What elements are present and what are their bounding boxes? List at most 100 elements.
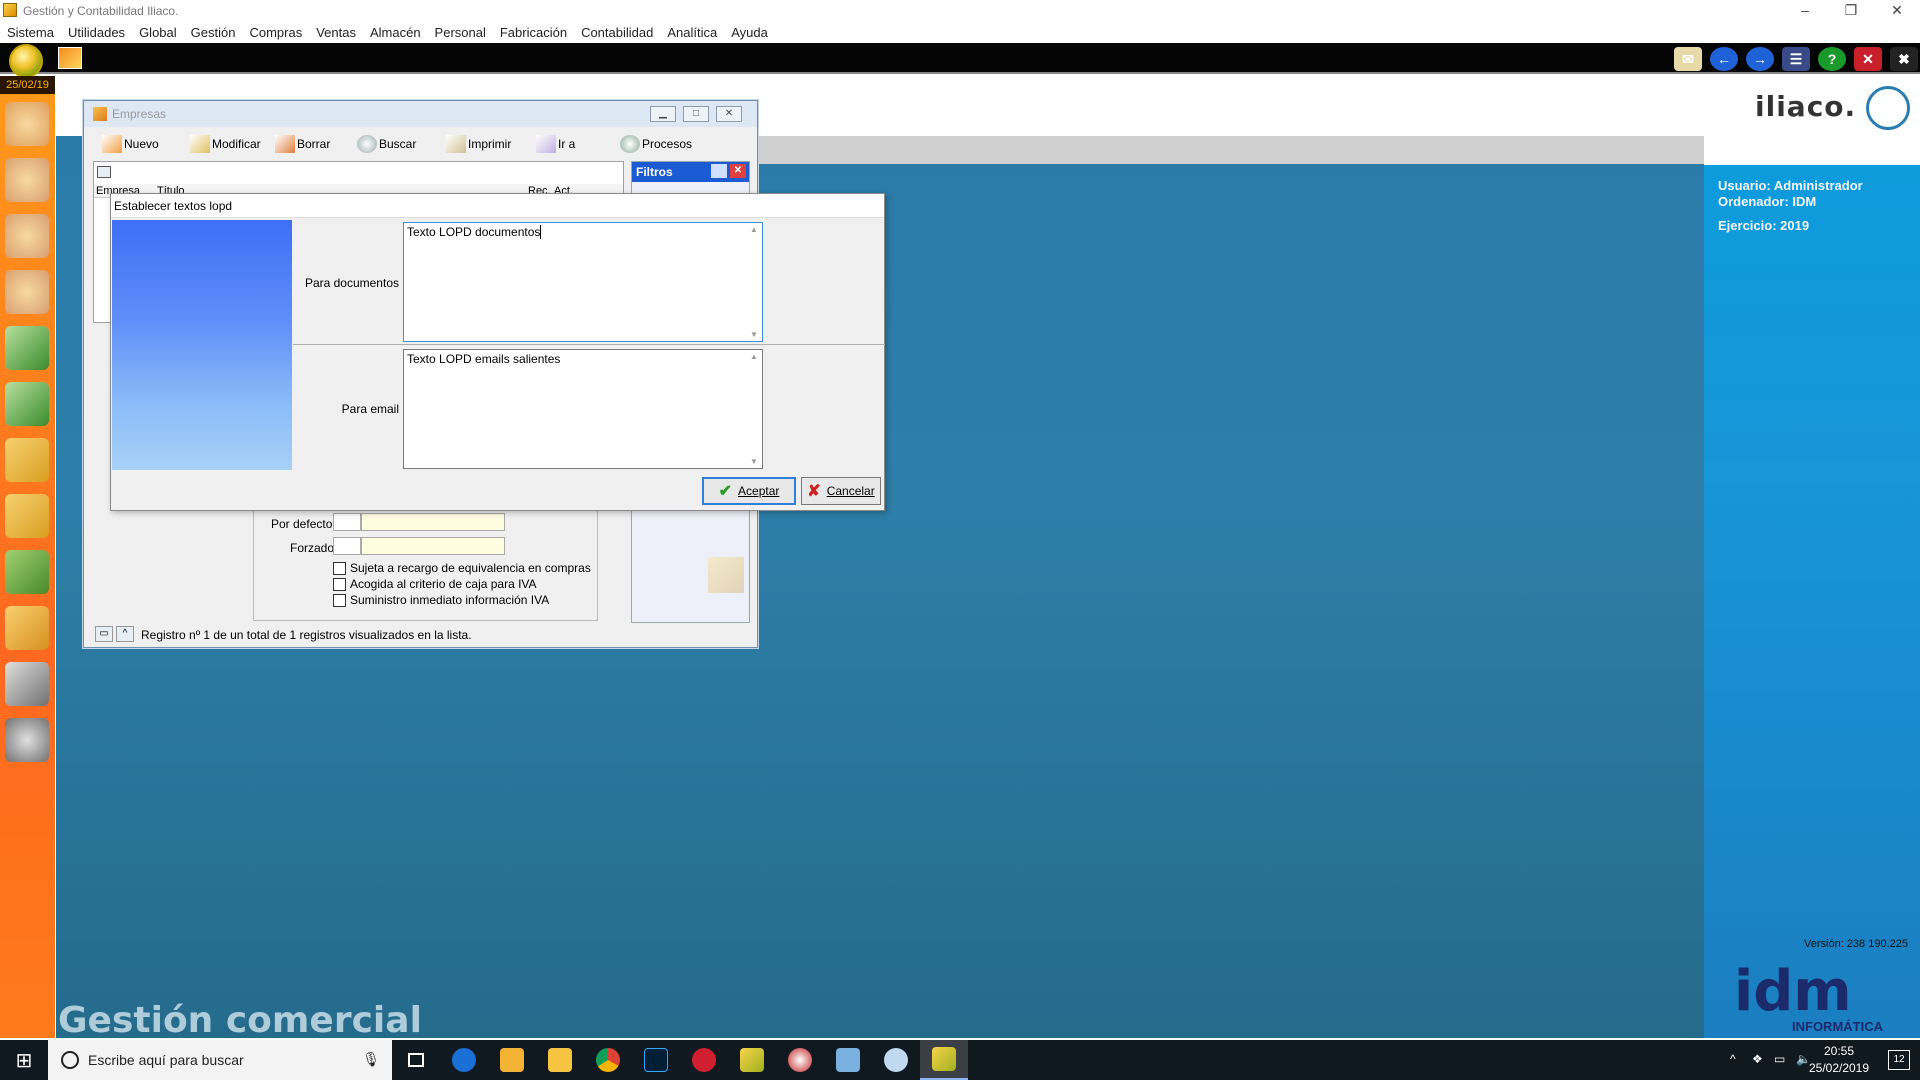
notifications-icon[interactable]: 12 [1888, 1050, 1910, 1070]
por-defecto-code[interactable] [333, 513, 361, 531]
iliaco-active-task-icon[interactable] [920, 1040, 968, 1080]
microphone-icon[interactable]: 🎙 [362, 1051, 380, 1068]
empresas-minimize-button[interactable]: ▁ [650, 106, 676, 122]
recargo-box[interactable] [333, 561, 346, 575]
task-view-icon[interactable] [392, 1040, 440, 1080]
close-window-icon[interactable]: ✕ [1854, 47, 1882, 71]
help-icon[interactable]: ? [1818, 47, 1846, 71]
menu-ventas[interactable]: Ventas [309, 22, 363, 40]
user-a-icon[interactable] [5, 270, 49, 314]
empresas-maximize-button[interactable]: □ [683, 106, 709, 122]
email-scrollbar[interactable]: ▲ ▼ [746, 350, 762, 468]
bag-orange-icon[interactable] [5, 606, 49, 650]
list-document-icon[interactable] [5, 662, 49, 706]
window-app-icon[interactable] [824, 1040, 872, 1080]
documentos-textarea[interactable]: Texto LOPD documentos ▲ ▼ [403, 222, 763, 342]
scroll-up-icon[interactable]: ▲ [750, 352, 758, 361]
tray-chevron-icon[interactable]: ^ [1730, 1052, 1736, 1066]
factura-fc-icon[interactable] [5, 494, 49, 538]
procesos-button[interactable]: Procesos [620, 135, 692, 153]
sii-box[interactable] [333, 593, 346, 607]
file-explorer-icon[interactable] [536, 1040, 584, 1080]
paint-app-icon[interactable] [872, 1040, 920, 1080]
imprimir-button[interactable]: Imprimir [446, 135, 511, 153]
restore-button[interactable]: ❐ [1828, 0, 1874, 22]
minimize-button[interactable]: – [1782, 0, 1828, 22]
buscar-button[interactable]: Buscar [357, 135, 416, 153]
idm-logo-sub: INFORMÁTICA [1792, 1019, 1883, 1034]
dropbox-icon[interactable]: ❖ [1752, 1052, 1763, 1066]
imprimir-label: Imprimir [468, 137, 512, 151]
modificar-button[interactable]: Modificar [190, 135, 261, 153]
cancelar-button[interactable]: ✘ Cancelar [801, 477, 881, 505]
sii-checkbox[interactable]: Suministro inmediato información IVA [333, 593, 549, 607]
bag-green-icon[interactable] [5, 550, 49, 594]
photoshop-icon[interactable] [632, 1040, 680, 1080]
scroll-down-icon[interactable]: ▼ [750, 457, 758, 466]
menu-fabricacion[interactable]: Fabricación [493, 22, 574, 40]
user-p-icon[interactable] [5, 214, 49, 258]
edge-icon[interactable] [440, 1040, 488, 1080]
menu-contabilidad[interactable]: Contabilidad [574, 22, 660, 40]
taskbar-clock[interactable]: 20:55 25/02/2019 [1804, 1043, 1874, 1077]
forward-arrow-icon[interactable]: → [1746, 47, 1774, 71]
aceptar-button[interactable]: ✔ Aceptar [702, 477, 796, 505]
borrar-button[interactable]: Borrar [275, 135, 330, 153]
menu-utilidades[interactable]: Utilidades [61, 22, 132, 40]
window-list-icon[interactable]: ☰ [1782, 47, 1810, 71]
outlook-files-icon[interactable] [488, 1040, 536, 1080]
mail-icon[interactable]: ✉ [1674, 47, 1702, 71]
menu-global[interactable]: Global [132, 22, 184, 40]
filtros-pin-icon[interactable] [711, 164, 727, 178]
status-up-icon[interactable]: ^ [116, 626, 134, 642]
iliaco-task-icon[interactable] [728, 1040, 776, 1080]
back-arrow-icon[interactable]: ← [1710, 47, 1738, 71]
close-button[interactable]: ✕ [1874, 0, 1920, 22]
filtros-close-icon[interactable]: ✕ [730, 164, 746, 178]
forzado-code[interactable] [333, 537, 361, 555]
network-icon[interactable]: ▭ [1774, 1052, 1785, 1066]
menu-compras[interactable]: Compras [242, 22, 309, 40]
criterio-caja-checkbox[interactable]: Acogida al criterio de caja para IVA [333, 577, 537, 591]
menu-analitica[interactable]: Analítica [660, 22, 724, 40]
factura-f-icon[interactable] [5, 382, 49, 426]
factura-f2-icon[interactable] [5, 438, 49, 482]
documentos-scrollbar[interactable]: ▲ ▼ [746, 223, 762, 341]
filtros-header: Filtros ✕ [632, 162, 749, 182]
users-group-icon[interactable] [5, 102, 49, 146]
scroll-down-icon[interactable]: ▼ [750, 330, 758, 339]
idm-logo-text: idm [1734, 959, 1852, 1024]
cube-icon[interactable] [58, 47, 82, 69]
box-watermark-icon [708, 557, 744, 593]
menu-personal[interactable]: Personal [428, 22, 493, 40]
nuevo-button[interactable]: Nuevo [102, 135, 159, 153]
menu-sistema[interactable]: Sistema [0, 22, 61, 40]
red-app-icon[interactable] [776, 1040, 824, 1080]
iliaco-logo: iliaco. [1755, 90, 1857, 123]
lopd-dialog-title: Establecer textos lopd [114, 199, 233, 213]
taskbar-search[interactable]: Escribe aquí para buscar 🎙 [48, 1040, 392, 1080]
email-textarea[interactable]: Texto LOPD emails salientes ▲ ▼ [403, 349, 763, 469]
dx-app-icon[interactable] [680, 1040, 728, 1080]
list-view-icon[interactable] [97, 166, 111, 178]
menu-ayuda[interactable]: Ayuda [724, 22, 775, 40]
exit-icon[interactable]: ✖ [1890, 47, 1918, 71]
empresas-close-button[interactable]: ✕ [716, 106, 742, 122]
albaran-a-icon[interactable] [5, 326, 49, 370]
scroll-up-icon[interactable]: ▲ [750, 225, 758, 234]
por-defecto-input[interactable] [361, 513, 505, 531]
ir-a-button[interactable]: Ir a [536, 135, 575, 153]
user-icon[interactable] [5, 158, 49, 202]
chrome-icon[interactable] [584, 1040, 632, 1080]
modificar-label: Modificar [212, 137, 261, 151]
app-orb-icon[interactable] [9, 44, 43, 78]
recargo-checkbox[interactable]: Sujeta a recargo de equivalencia en comp… [333, 561, 591, 575]
window-titlebar: Gestión y Contabilidad Iliaco. – ❐ ✕ [0, 0, 1920, 22]
menu-gestion[interactable]: Gestión [184, 22, 243, 40]
windows-start-icon[interactable]: ⊞ [0, 1040, 48, 1080]
disc-icon[interactable] [5, 718, 49, 762]
forzado-input[interactable] [361, 537, 505, 555]
status-view-icon[interactable]: ▭ [95, 626, 113, 642]
menu-almacen[interactable]: Almacén [363, 22, 428, 40]
criterio-caja-box[interactable] [333, 577, 346, 591]
